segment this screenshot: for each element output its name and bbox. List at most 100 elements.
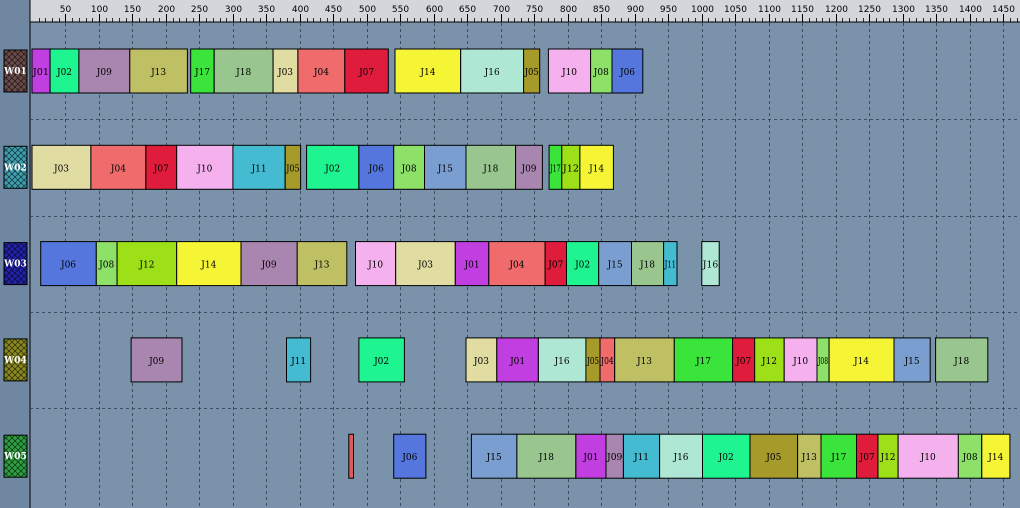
task-bar-j06[interactable]: J06 xyxy=(611,48,644,94)
task-bar-j07[interactable]: J07 xyxy=(856,433,879,479)
task-bar-j11[interactable]: J11 xyxy=(286,337,312,383)
task-label: J17 xyxy=(549,164,561,174)
task-bar-j02[interactable]: J02 xyxy=(306,144,360,190)
task-label: J15 xyxy=(607,261,623,271)
task-bar-j14[interactable]: J14 xyxy=(828,337,895,383)
task-label: J18 xyxy=(235,68,251,78)
task-label: J08 xyxy=(401,164,417,174)
task-bar-j07[interactable]: J07 xyxy=(544,241,567,287)
task-bar-j17[interactable]: J17 xyxy=(673,337,734,383)
task-bar-j13[interactable]: J13 xyxy=(797,433,822,479)
resource-swatch[interactable]: W04 xyxy=(3,338,28,382)
task-bar-j16[interactable]: J16 xyxy=(460,48,525,94)
task-bar-j18[interactable]: J18 xyxy=(631,241,665,287)
task-bar-j03[interactable]: J03 xyxy=(31,144,92,190)
task-bar-j08[interactable]: J08 xyxy=(95,241,118,287)
task-bar-j16[interactable]: J16 xyxy=(537,337,587,383)
task-bar-j07[interactable]: J07 xyxy=(732,337,756,383)
task-bar-j04[interactable]: J04 xyxy=(297,48,346,94)
task-bar-j10[interactable]: J10 xyxy=(547,48,592,94)
task-bar-j05[interactable]: J05 xyxy=(585,337,601,383)
task-bar-j10[interactable]: J10 xyxy=(897,433,959,479)
task-bar-j12[interactable]: J12 xyxy=(116,241,178,287)
task-bar-j07[interactable]: J07 xyxy=(344,48,389,94)
task-bar-j12[interactable]: J12 xyxy=(561,144,581,190)
resource-swatch[interactable]: W05 xyxy=(3,434,28,478)
task-label: J10 xyxy=(367,261,383,271)
task-label: J17 xyxy=(695,357,711,367)
task-bar-j07[interactable]: J07 xyxy=(145,144,178,190)
task-bar-j16[interactable]: J16 xyxy=(701,241,720,287)
task-bar-j18[interactable]: J18 xyxy=(935,337,989,383)
task-bar-j06[interactable]: J06 xyxy=(393,433,427,479)
task-bar-j14[interactable]: J14 xyxy=(981,433,1011,479)
task-bar-rect xyxy=(348,433,354,479)
task-bar-j13[interactable]: J13 xyxy=(296,241,348,287)
task-bar-j17[interactable]: J17 xyxy=(190,48,215,94)
task-bar-j01[interactable]: J01 xyxy=(496,337,539,383)
task-bar-j13[interactable]: J13 xyxy=(614,337,675,383)
task-bar-j10[interactable]: J10 xyxy=(176,144,234,190)
task-bar-j09[interactable]: J09 xyxy=(240,241,298,287)
task-bar-j03[interactable]: J03 xyxy=(272,48,299,94)
task-bar-j03[interactable]: J03 xyxy=(465,337,498,383)
task-bar-j11[interactable]: J11 xyxy=(622,433,661,479)
task-bar-j14[interactable]: J14 xyxy=(579,144,614,190)
task-label: J16 xyxy=(554,357,570,367)
task-bar-j12[interactable]: J12 xyxy=(754,337,785,383)
task-bar-j08[interactable]: J08 xyxy=(393,144,426,190)
task-bar[interactable] xyxy=(348,433,354,479)
task-bar-j16[interactable]: J16 xyxy=(659,433,703,479)
task-bar-j15[interactable]: J15 xyxy=(893,337,931,383)
task-bar-j02[interactable]: J02 xyxy=(358,337,405,383)
task-bar-j18[interactable]: J18 xyxy=(213,48,274,94)
task-bar-j11[interactable]: J11 xyxy=(663,241,678,287)
task-bar-j06[interactable]: J06 xyxy=(358,144,395,190)
task-bar-j17[interactable]: J17 xyxy=(820,433,857,479)
task-label: J09 xyxy=(520,164,536,174)
task-bar-j01[interactable]: J01 xyxy=(575,433,607,479)
resource-swatch[interactable]: W01 xyxy=(3,49,28,93)
task-bar-j18[interactable]: J18 xyxy=(465,144,517,190)
axis-tick-label: 700 xyxy=(493,5,510,15)
task-bar-j04[interactable]: J04 xyxy=(488,241,546,287)
task-bar-j08[interactable]: J08 xyxy=(590,48,613,94)
task-bar-j13[interactable]: J13 xyxy=(129,48,188,94)
task-bar-j06[interactable]: J06 xyxy=(40,241,97,287)
task-label: J18 xyxy=(953,357,969,367)
task-label: J07 xyxy=(358,68,374,78)
task-bar-j01[interactable]: J01 xyxy=(31,48,51,94)
task-bar-j18[interactable]: J18 xyxy=(516,433,577,479)
task-bar-j05[interactable]: J05 xyxy=(523,48,541,94)
task-label: J02 xyxy=(324,164,340,174)
task-bar-j12[interactable]: J12 xyxy=(877,433,899,479)
task-bar-j04[interactable]: J04 xyxy=(599,337,616,383)
task-bar-j02[interactable]: J02 xyxy=(49,48,80,94)
task-bar-j04[interactable]: J04 xyxy=(90,144,147,190)
task-bar-j14[interactable]: J14 xyxy=(394,48,462,94)
task-bar-j02[interactable]: J02 xyxy=(702,433,751,479)
task-bar-j09[interactable]: J09 xyxy=(605,433,624,479)
resource-swatch[interactable]: W02 xyxy=(3,145,28,189)
task-bar-j05[interactable]: J05 xyxy=(284,144,302,190)
task-bar-j10[interactable]: J10 xyxy=(355,241,397,287)
task-bar-j05[interactable]: J05 xyxy=(749,433,799,479)
task-bar-j09[interactable]: J09 xyxy=(515,144,543,190)
task-bar-j14[interactable]: J14 xyxy=(176,241,242,287)
task-bar-j15[interactable]: J15 xyxy=(470,433,518,479)
task-bar-j01[interactable]: J01 xyxy=(454,241,490,287)
axis-tick-label: 950 xyxy=(660,5,677,15)
task-bar-j10[interactable]: J10 xyxy=(783,337,818,383)
task-bar-j09[interactable]: J09 xyxy=(130,337,183,383)
task-bar-j08[interactable]: J08 xyxy=(957,433,983,479)
task-bar-j03[interactable]: J03 xyxy=(395,241,456,287)
task-bar-j17[interactable]: J17 xyxy=(548,144,563,190)
task-bar-j08[interactable]: J08 xyxy=(816,337,830,383)
task-bar-j11[interactable]: J11 xyxy=(232,144,286,190)
task-bar-j02[interactable]: J02 xyxy=(566,241,600,287)
resource-row-w04: W04 J09 J11 J02 J03 J01 J16 J05 J04 J13 J17 J07 J12 J… xyxy=(3,337,989,383)
resource-swatch[interactable]: W03 xyxy=(3,242,28,286)
task-bar-j15[interactable]: J15 xyxy=(598,241,633,287)
task-bar-j15[interactable]: J15 xyxy=(424,144,467,190)
task-bar-j09[interactable]: J09 xyxy=(78,48,131,94)
